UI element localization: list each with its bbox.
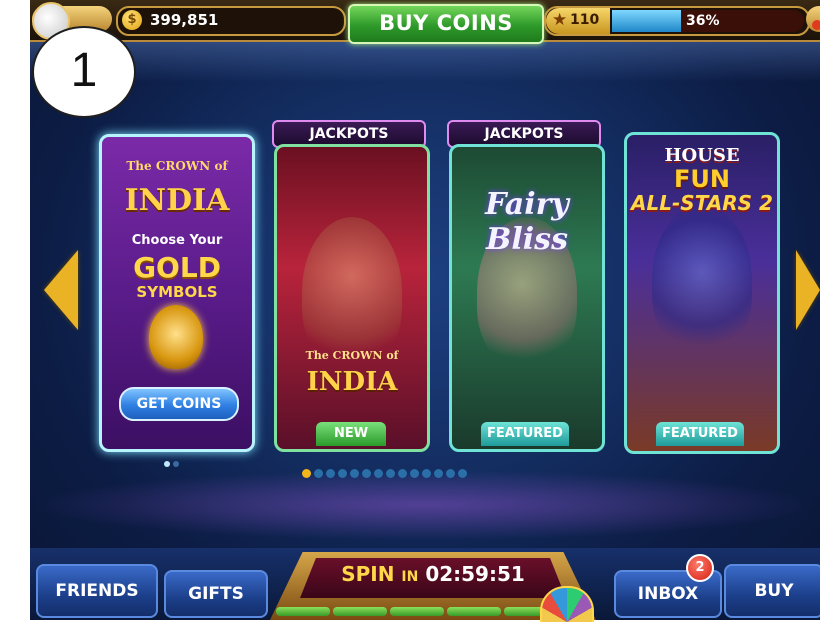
promo-title-top: The CROWN of [126, 159, 228, 173]
house-title-3: ALL-STARS 2 [631, 191, 773, 215]
promo-choose-text: Choose Your [131, 233, 223, 248]
india-portrait-art [302, 217, 402, 367]
get-coins-button[interactable]: GET COINS [119, 387, 239, 421]
pager-dot[interactable] [350, 469, 359, 478]
new-ribbon: NEW [316, 422, 386, 446]
friends-button[interactable]: FRIENDS [36, 564, 158, 618]
notification-dot-icon [812, 20, 820, 30]
spin-timer: 02:59:51 [425, 562, 525, 586]
pager-dot[interactable] [434, 469, 443, 478]
featured-ribbon-fairy: FEATURED [481, 422, 569, 446]
carousel-pager [302, 463, 470, 482]
pager-dot[interactable] [338, 469, 347, 478]
level-number: 110 [570, 12, 600, 28]
pager-dot[interactable] [410, 469, 419, 478]
carousel-next-arrow-icon[interactable] [796, 250, 820, 330]
pager-dot[interactable] [326, 469, 335, 478]
pager-dot[interactable] [422, 469, 431, 478]
coin-balance: $ 399,851 [116, 6, 346, 36]
game-card-house-of-fun[interactable]: HOUSE FUN ALL-STARS 2 [624, 132, 780, 454]
spin-progress-segment [447, 607, 501, 616]
spin-progress-segment [390, 607, 444, 616]
pager-dot[interactable] [362, 469, 371, 478]
promo-symbols-text: SYMBOLS [136, 283, 218, 301]
promo-card-dots [164, 452, 182, 471]
gifts-button[interactable]: GIFTS [164, 570, 268, 618]
coin-amount: 399,851 [150, 11, 219, 29]
gold-mask-icon [149, 305, 203, 369]
spin-progress-bar [276, 601, 547, 620]
promo-dot-active [164, 461, 170, 467]
inbox-badge: 2 [686, 554, 714, 582]
promo-gold-text: GOLD [133, 251, 221, 284]
spin-label: SPIN IN 02:59:51 [300, 562, 566, 586]
gorilla-art [652, 205, 752, 355]
carousel-prev-arrow-icon[interactable] [44, 250, 78, 330]
game-card-crown-of-india[interactable]: The CROWN of INDIA [274, 144, 430, 452]
spin-in-word: IN [401, 569, 419, 585]
pager-dot[interactable] [446, 469, 455, 478]
top-bar: $ 399,851 BUY COINS ★ 110 36% [30, 0, 820, 44]
buy-button[interactable]: BUY [724, 564, 820, 618]
fairy-title: Fairy Bliss [485, 187, 569, 257]
featured-ribbon-house: FEATURED [656, 422, 744, 446]
india-title: INDIA [306, 367, 398, 397]
game-card-fairy-bliss[interactable]: Fairy Bliss [449, 144, 605, 452]
promo-dot [173, 461, 179, 467]
level-progress: ★ 110 36% [544, 6, 810, 36]
pager-dot-active[interactable] [302, 469, 311, 478]
xp-bar: 36% [612, 10, 804, 32]
spin-progress-segment [504, 607, 544, 616]
xp-fill [612, 10, 682, 32]
spin-word: SPIN [341, 562, 395, 586]
xp-percent: 36% [686, 13, 720, 29]
india-title-small: The CROWN of [305, 349, 399, 362]
spin-progress-segment [333, 607, 387, 616]
star-icon: ★ [552, 10, 568, 30]
pager-dot[interactable] [458, 469, 467, 478]
promo-title-main: INDIA [124, 183, 230, 218]
level-badge: ★ 110 [546, 8, 610, 34]
pager-dot[interactable] [386, 469, 395, 478]
house-title-2: FUN [674, 165, 730, 193]
buy-coins-button[interactable]: BUY COINS [348, 4, 544, 44]
house-title-1: HOUSE [664, 145, 740, 166]
spin-progress-segment [276, 607, 330, 616]
coin-icon: $ [122, 10, 142, 30]
pager-dot[interactable] [314, 469, 323, 478]
step-number-badge: 1 [32, 26, 136, 118]
pager-dot[interactable] [398, 469, 407, 478]
promo-card[interactable]: The CROWN of INDIA Choose Your GOLD SYMB… [99, 134, 255, 452]
pager-dot[interactable] [374, 469, 383, 478]
